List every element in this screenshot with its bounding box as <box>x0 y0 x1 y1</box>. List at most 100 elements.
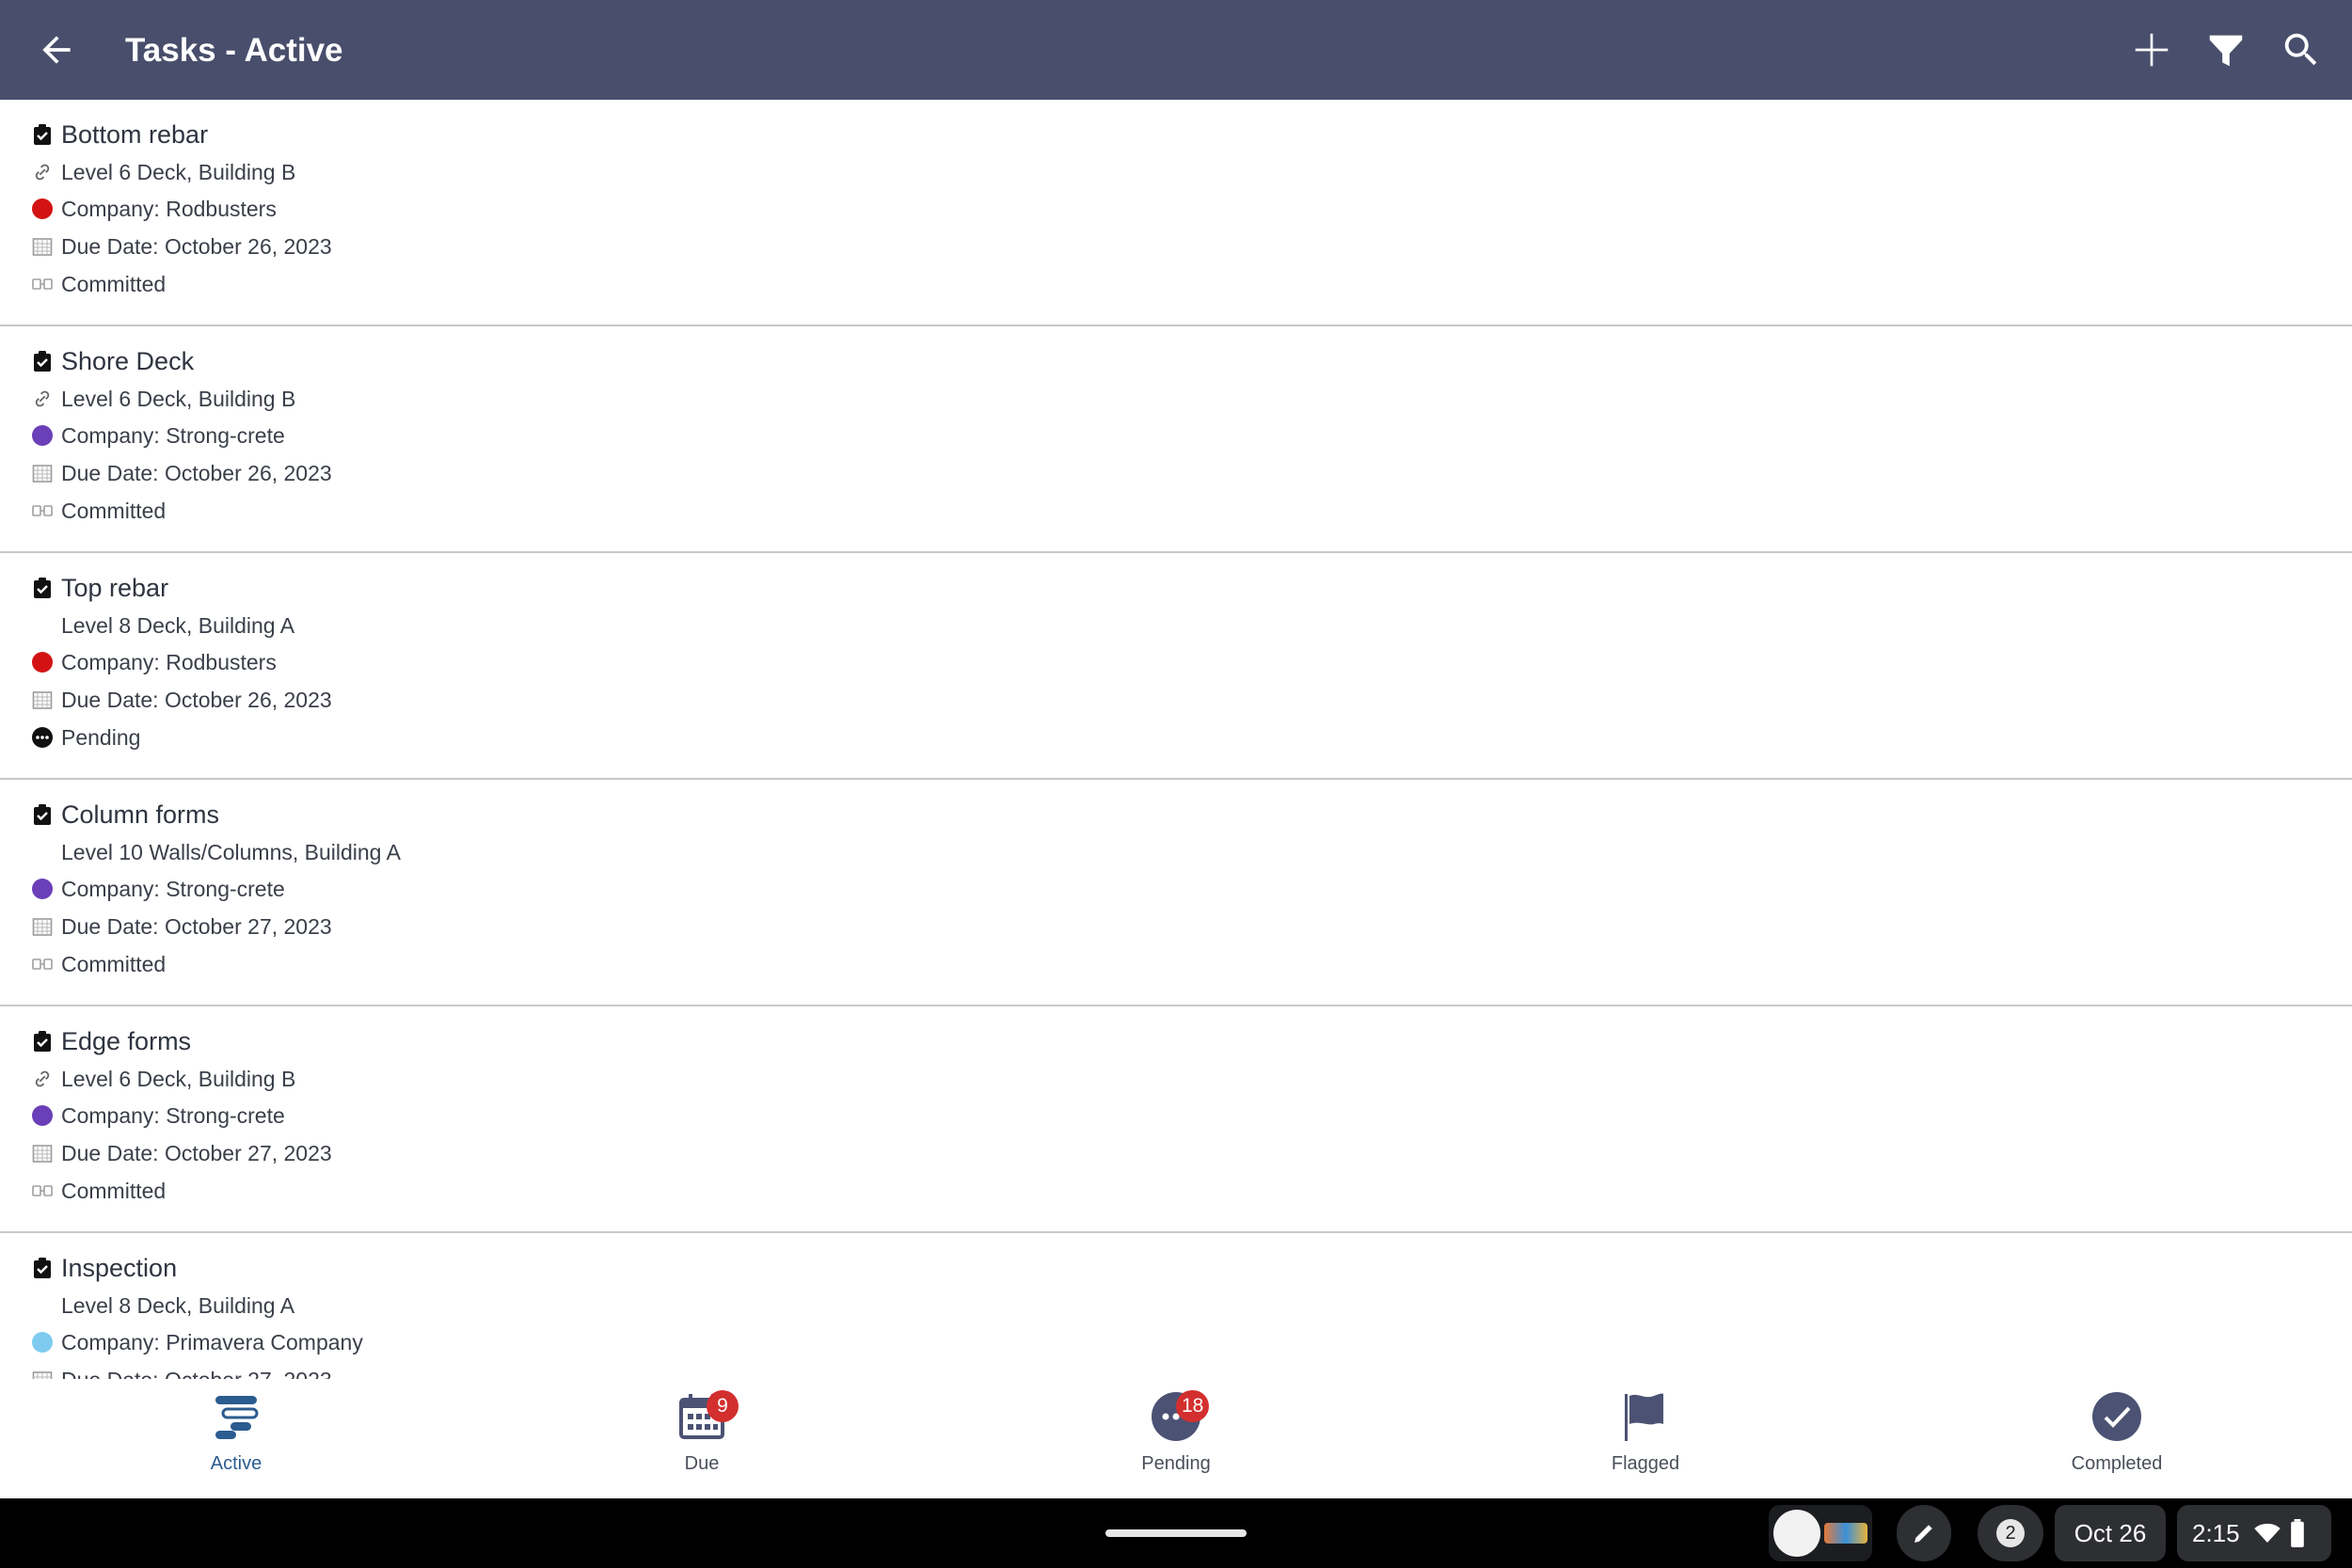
nav-completed-label: Completed <box>2071 1453 2163 1474</box>
handshake-icon <box>31 953 54 975</box>
blank-icon <box>31 841 54 863</box>
task-location: Level 6 Deck, Building B <box>61 1066 296 1091</box>
clipboard-check-icon <box>31 577 54 599</box>
due-count-badge: 9 <box>707 1390 739 1422</box>
task-location-row: Level 8 Deck, Building A <box>31 1287 294 1324</box>
nav-due[interactable]: 9 Due <box>561 1379 843 1498</box>
blank-icon <box>31 614 54 637</box>
bottom-navigation: Active 9 Due 18 Pending Flagged Complete… <box>0 1379 2352 1498</box>
task-company: Company: Rodbusters <box>61 196 277 221</box>
task-due-date: Due Date: October 27, 2023 <box>61 913 332 939</box>
gesture-handle[interactable] <box>1105 1529 1247 1537</box>
task-card[interactable]: Shore Deck Level 6 Deck, Building B Comp… <box>0 326 2352 553</box>
task-due-date: Due Date: October 26, 2023 <box>61 233 332 259</box>
link-icon <box>31 1068 54 1090</box>
task-card[interactable]: Column forms Level 10 Walls/Columns, Bui… <box>0 780 2352 1006</box>
clipboard-check-icon <box>31 1257 54 1279</box>
check-circle-icon <box>2092 1392 2141 1441</box>
nav-active[interactable]: Active <box>95 1379 377 1498</box>
back-arrow-icon[interactable] <box>36 29 77 71</box>
search-icon[interactable] <box>2280 28 2323 71</box>
task-company: Company: Strong-crete <box>61 422 285 448</box>
nav-active-label: Active <box>210 1453 262 1474</box>
task-status-row: Committed <box>31 945 166 983</box>
nav-due-label: Due <box>684 1453 720 1474</box>
task-card[interactable]: Edge forms Level 6 Deck, Building B Comp… <box>0 1006 2352 1233</box>
nav-pending-label: Pending <box>1141 1453 1211 1474</box>
task-title: Shore Deck <box>61 346 195 375</box>
task-company-row: Company: Rodbusters <box>31 643 277 681</box>
company-color-dot <box>32 879 53 899</box>
pinned-apps-icon <box>1824 1523 1867 1544</box>
clock-time: 2:15 <box>2192 1518 2240 1547</box>
date-display[interactable]: Oct 26 <box>2055 1505 2166 1561</box>
task-title-row: Top rebar <box>31 569 168 607</box>
task-title-row: Inspection <box>31 1249 177 1287</box>
task-company-row: Company: Rodbusters <box>31 190 277 228</box>
page-title: Tasks - Active <box>125 32 343 69</box>
task-location-row: Level 8 Deck, Building A <box>31 607 294 644</box>
task-due-row: Due Date: October 26, 2023 <box>31 228 332 265</box>
task-title-row: Edge forms <box>31 1022 191 1060</box>
handshake-icon <box>31 1180 54 1202</box>
app-shelf[interactable] <box>1769 1505 1872 1561</box>
task-location: Level 8 Deck, Building A <box>61 612 295 638</box>
task-due-row: Due Date: October 27, 2023 <box>31 1134 332 1172</box>
task-due-date: Due Date: October 27, 2023 <box>61 1368 332 1380</box>
task-title: Bottom rebar <box>61 119 209 149</box>
task-title: Edge forms <box>61 1026 192 1055</box>
blank-icon <box>31 1294 54 1317</box>
task-location-row: Level 10 Walls/Columns, Building A <box>31 833 401 871</box>
nav-flagged[interactable]: Flagged <box>1504 1379 1787 1498</box>
task-title: Top rebar <box>61 573 169 602</box>
nav-pending[interactable]: 18 Pending <box>1035 1379 1317 1498</box>
task-card[interactable]: Bottom rebar Level 6 Deck, Building B Co… <box>0 100 2352 326</box>
add-icon[interactable] <box>2130 28 2173 71</box>
nav-flagged-label: Flagged <box>1611 1453 1680 1474</box>
handshake-icon <box>31 273 54 295</box>
task-location-row: Level 6 Deck, Building B <box>31 380 295 418</box>
calendar-icon <box>31 235 54 258</box>
flag-icon <box>1625 1393 1663 1441</box>
task-title-row: Shore Deck <box>31 342 194 380</box>
task-due-date: Due Date: October 27, 2023 <box>61 1140 332 1165</box>
task-company-row: Company: Strong-crete <box>31 417 285 454</box>
task-list[interactable]: Bottom rebar Level 6 Deck, Building B Co… <box>0 100 2352 1379</box>
link-icon <box>31 161 54 183</box>
filter-icon[interactable] <box>2204 28 2248 71</box>
pen-icon <box>1915 1525 1932 1543</box>
task-card[interactable]: Top rebar Level 8 Deck, Building A Compa… <box>0 553 2352 780</box>
clipboard-check-icon <box>31 803 54 826</box>
task-location-row: Level 6 Deck, Building B <box>31 153 295 191</box>
launcher-icon <box>1773 1510 1820 1557</box>
link-icon <box>31 388 54 410</box>
task-status: Committed <box>61 1178 167 1203</box>
task-due-row: Due Date: October 27, 2023 <box>31 1361 332 1379</box>
task-company: Company: Strong-crete <box>61 876 285 901</box>
task-due-date: Due Date: October 26, 2023 <box>61 460 332 485</box>
calendar-icon <box>31 689 54 711</box>
nav-completed[interactable]: Completed <box>1976 1379 2258 1498</box>
task-company: Company: Rodbusters <box>61 649 277 674</box>
company-color-dot <box>32 652 53 673</box>
task-company: Company: Primavera Company <box>61 1329 363 1354</box>
stylus-button[interactable] <box>1897 1505 1951 1561</box>
task-location: Level 6 Deck, Building B <box>61 159 296 184</box>
clipboard-check-icon <box>31 350 54 372</box>
company-color-dot <box>32 1332 53 1353</box>
task-due-row: Due Date: October 27, 2023 <box>31 908 332 945</box>
task-company-row: Company: Primavera Company <box>31 1323 363 1361</box>
calendar-icon <box>31 915 54 938</box>
calendar-icon <box>31 462 54 484</box>
task-due-date: Due Date: October 26, 2023 <box>61 687 332 712</box>
battery-icon <box>2290 1519 2304 1547</box>
calendar-icon <box>31 1369 54 1379</box>
notification-button[interactable]: 2 <box>1978 1505 2043 1561</box>
task-status: Committed <box>61 271 167 296</box>
status-tray[interactable]: 2:15 <box>2177 1505 2331 1561</box>
task-company-row: Company: Strong-crete <box>31 1097 285 1134</box>
task-status-row: Committed <box>31 1172 166 1210</box>
system-bar: 2 Oct 26 2:15 <box>0 1498 2352 1568</box>
clipboard-check-icon <box>31 123 54 146</box>
task-card[interactable]: Inspection Level 8 Deck, Building A Comp… <box>0 1233 2352 1379</box>
